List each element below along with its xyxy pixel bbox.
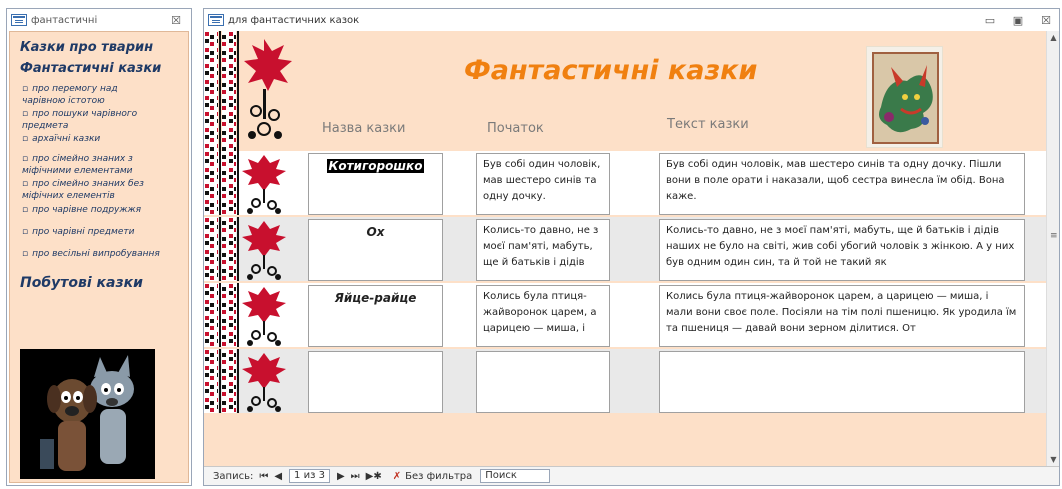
tale-text-field[interactable] xyxy=(659,351,1025,413)
form-body: Фантастичні казки Назва казки Початок Те… xyxy=(204,31,1047,466)
category-everyday[interactable]: Побутові казки xyxy=(20,275,143,291)
tale-start-field[interactable]: Був собі один чоловік, мав шестеро синів… xyxy=(476,153,610,215)
tale-text-field[interactable]: Колись була птиця-жайворонок царем, а ца… xyxy=(659,285,1025,347)
vertical-scrollbar[interactable]: ▲ ≡ ▼ xyxy=(1046,31,1059,466)
ornament-icon xyxy=(204,217,286,281)
subcategory-item[interactable]: ▫ про сімейно знаних з міфічними елемента… xyxy=(22,153,182,177)
record-row: Яйце-райце Колись була птиця-жайворонок … xyxy=(204,283,1047,347)
record-position-input[interactable]: 1 из 3 xyxy=(289,469,330,483)
next-record-icon[interactable]: ▶ xyxy=(334,471,348,482)
subcategory-item[interactable]: ▫ про пошуки чарівного предмета xyxy=(22,108,172,132)
subcategory-item[interactable]: ▫ про чарівне подружжя xyxy=(22,204,194,216)
restore-icon[interactable]: ▣ xyxy=(1011,14,1025,27)
main-form-titlebar: для фантастичних казок ▭ ▣ ☒ xyxy=(204,9,1059,31)
scroll-grip-icon[interactable]: ≡ xyxy=(1050,231,1058,241)
filter-icon: ✗ xyxy=(392,470,402,482)
close-icon[interactable]: ☒ xyxy=(1039,14,1053,27)
filter-label: Без фильтра xyxy=(405,470,473,482)
column-label-text: Текст казки xyxy=(667,117,749,132)
tale-text-field[interactable]: Був собі один чоловік, мав шестеро синів… xyxy=(659,153,1025,215)
record-row: Ох Колись-то давно, не з моєї пам'яті, м… xyxy=(204,217,1047,281)
cartoon-dog-wolf-image xyxy=(20,349,155,479)
ornament-icon xyxy=(204,151,286,215)
tale-start-field[interactable] xyxy=(476,351,610,413)
main-form-title: для фантастичних казок xyxy=(228,14,360,26)
tale-text-field[interactable]: Колись-то давно, не з моєї пам'яті, мабу… xyxy=(659,219,1025,281)
tale-name-field[interactable]: Котигорошко xyxy=(308,153,443,215)
scroll-up-icon[interactable]: ▲ xyxy=(1047,31,1060,44)
category-fantastic[interactable]: Фантастичні казки xyxy=(20,61,161,76)
main-form-window: для фантастичних казок ▭ ▣ ☒ Фантастичні… xyxy=(203,8,1060,486)
new-record-row xyxy=(204,349,1047,413)
column-label-start: Початок xyxy=(487,121,544,136)
tale-start-field[interactable]: Колись-то давно, не з моєї пам'яті, мабу… xyxy=(476,219,610,281)
subcategory-item[interactable]: ▫ про чарівні предмети xyxy=(22,226,194,238)
record-row: Котигорошко Був собі один чоловік, мав ш… xyxy=(204,151,1047,215)
column-label-name: Назва казки xyxy=(322,121,406,136)
tale-name-field[interactable]: Яйце-райце xyxy=(308,285,443,347)
left-form-window: фантастичні ☒ Казки про тварин Фантастич… xyxy=(6,8,192,486)
tale-name-field[interactable]: Ох xyxy=(308,219,443,281)
form-header: Фантастичні казки Назва казки Початок Те… xyxy=(204,31,1047,151)
previous-record-icon[interactable]: ◀ xyxy=(271,471,285,482)
subcategory-item[interactable]: ▫ архаїчні казки xyxy=(22,133,194,145)
last-record-icon[interactable]: ⏭ xyxy=(348,471,363,482)
left-form-title: фантастичні xyxy=(31,14,98,26)
minimize-icon[interactable]: ▭ xyxy=(983,14,997,27)
subcategory-item[interactable]: ▫ про перемогу над чарівною істотою xyxy=(22,83,162,107)
form-icon xyxy=(11,14,27,26)
ornament-icon xyxy=(204,283,286,347)
left-form-body: Казки про тварин Фантастичні казки ▫ про … xyxy=(9,31,189,483)
search-input[interactable]: Поиск xyxy=(480,469,551,483)
tale-start-field[interactable]: Колись була птиця-жайворонок царем, а ца… xyxy=(476,285,610,347)
record-navigation-bar: Запись: ⏮ ◀ 1 из 3 ▶ ⏭ ▶✱ ✗ Без фильтра … xyxy=(204,466,1059,485)
category-animals[interactable]: Казки про тварин xyxy=(20,40,153,55)
ornament-icon xyxy=(204,349,286,413)
subcategory-item[interactable]: ▫ про сімейно знаних без міфічних елемент… xyxy=(22,178,182,202)
new-record-icon[interactable]: ▶✱ xyxy=(363,471,385,482)
form-heading: Фантастичні казки xyxy=(464,55,758,86)
scroll-down-icon[interactable]: ▼ xyxy=(1047,453,1060,466)
ornament-header-icon xyxy=(204,31,292,151)
first-record-icon[interactable]: ⏮ xyxy=(256,471,271,482)
subcategory-item[interactable]: ▫ про весільні випробування xyxy=(22,248,198,260)
tale-name-field[interactable] xyxy=(308,351,443,413)
record-label: Запись: xyxy=(213,470,254,482)
close-icon[interactable]: ☒ xyxy=(171,14,181,27)
left-form-titlebar: фантастичні ☒ xyxy=(7,9,191,31)
form-icon xyxy=(208,14,224,26)
dragon-illustration-image xyxy=(866,46,943,148)
filter-toggle-button[interactable]: ✗ Без фильтра xyxy=(393,471,473,482)
window-controls: ▭ ▣ ☒ xyxy=(983,14,1053,27)
